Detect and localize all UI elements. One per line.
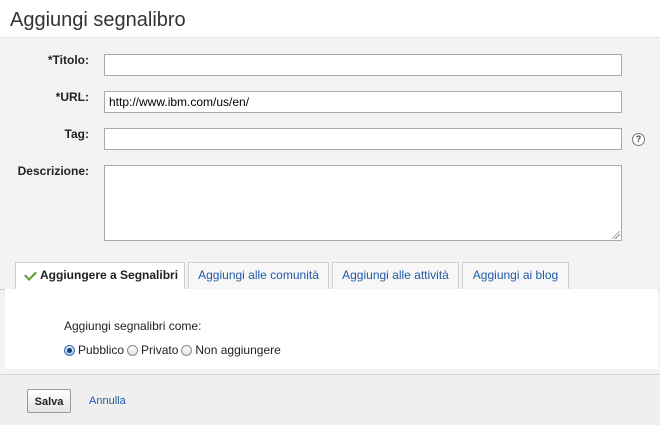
add-as-label: Aggiungi segnalibri come: xyxy=(64,319,202,333)
tab-add-bookmarks[interactable]: Aggiungere a Segnalibri xyxy=(15,262,185,290)
description-textarea[interactable] xyxy=(104,165,622,241)
private-radio-label[interactable]: Privato xyxy=(141,343,178,357)
page-title: Aggiungi segnalibro xyxy=(10,9,186,31)
checkmark-icon xyxy=(24,268,37,281)
description-label: Descrizione: xyxy=(17,164,89,178)
form-footer: Salva Annulla xyxy=(0,374,660,425)
tab-add-communities[interactable]: Aggiungi alle comunità xyxy=(188,262,329,289)
help-icon[interactable]: ? xyxy=(632,133,645,146)
resize-handle-icon[interactable] xyxy=(612,231,620,239)
tab-label: Aggiungi alle attività xyxy=(342,268,449,282)
title-label: *Titolo: xyxy=(47,53,89,67)
tab-add-blogs[interactable]: Aggiungi ai blog xyxy=(462,262,569,289)
public-radio-label[interactable]: Pubblico xyxy=(78,343,124,357)
public-radio[interactable] xyxy=(64,344,75,356)
bookmark-options-panel: Aggiungi segnalibri come: Pubblico Priva… xyxy=(5,289,658,369)
bookmark-form: *Titolo: *URL: Tag: Descrizione: xyxy=(0,38,660,258)
title-input[interactable] xyxy=(104,54,622,76)
tab-label: Aggiungere a Segnalibri xyxy=(40,268,179,282)
tab-label: Aggiungi alle comunità xyxy=(198,268,319,282)
save-button[interactable]: Salva xyxy=(27,389,71,413)
cancel-link[interactable]: Annulla xyxy=(89,395,126,407)
tab-bar: Aggiungere a Segnalibri Aggiungi alle co… xyxy=(0,258,660,290)
visibility-radio-group: Pubblico Privato Non aggiungere xyxy=(64,343,284,357)
tab-add-activities[interactable]: Aggiungi alle attività xyxy=(332,262,459,289)
private-radio[interactable] xyxy=(127,344,139,356)
tag-input[interactable] xyxy=(104,128,622,150)
tag-label: Tag: xyxy=(64,127,89,141)
url-input[interactable] xyxy=(104,91,622,113)
url-label: *URL: xyxy=(55,90,89,104)
do-not-add-radio-label[interactable]: Non aggiungere xyxy=(195,343,280,357)
description-wrapper xyxy=(104,165,622,241)
do-not-add-radio[interactable] xyxy=(181,344,193,356)
tab-label: Aggiungi ai blog xyxy=(472,268,559,282)
page-header: Aggiungi segnalibro xyxy=(0,0,660,38)
